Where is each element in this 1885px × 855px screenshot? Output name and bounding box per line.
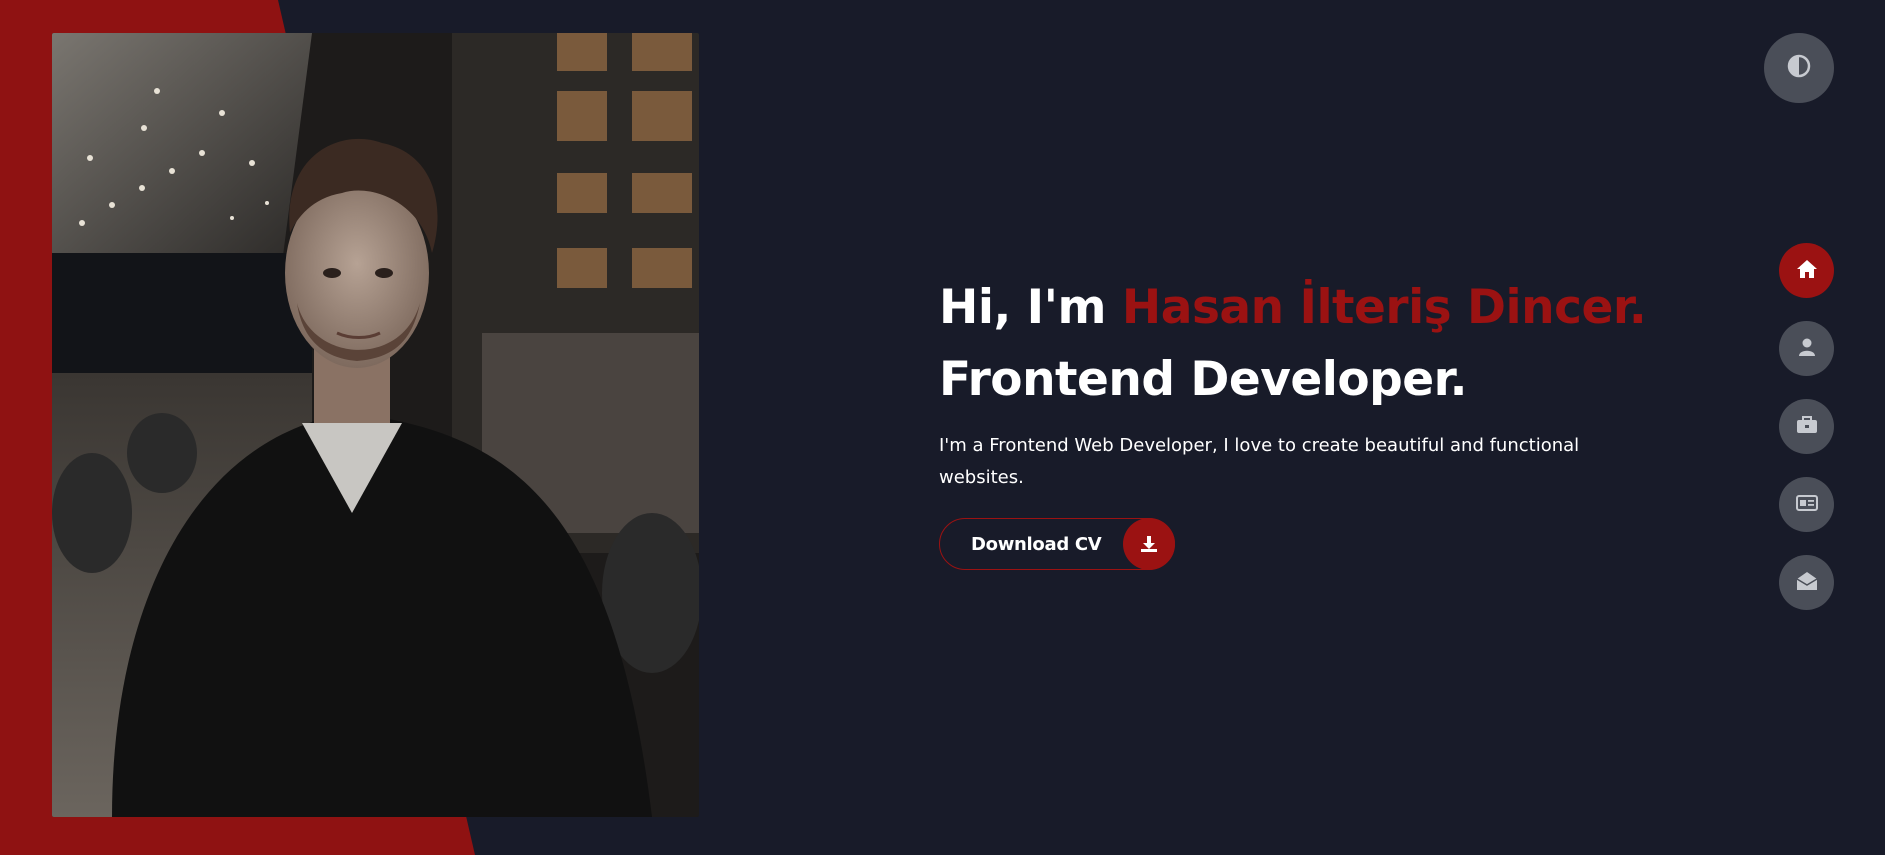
download-cv-button[interactable]: Download CV (939, 518, 1175, 570)
greeting-text: Hi, I'm (939, 280, 1122, 335)
home-icon (1796, 259, 1818, 283)
nav-about-button[interactable] (1779, 321, 1834, 376)
user-icon (1797, 337, 1817, 361)
nav-contact-button[interactable] (1779, 555, 1834, 610)
hero-headline: Hi, I'm Hasan İlteriş Dincer. (939, 272, 1647, 344)
contrast-icon (1787, 54, 1811, 82)
profile-photo (52, 33, 699, 817)
hero-role: Frontend Developer. (939, 352, 1468, 407)
theme-toggle-button[interactable] (1764, 33, 1834, 103)
id-card-icon (1795, 494, 1818, 516)
hero-name: Hasan İlteriş Dincer. (1121, 280, 1647, 335)
envelope-open-icon (1796, 571, 1818, 595)
nav-resume-button[interactable] (1779, 477, 1834, 532)
hero-intro: I'm a Frontend Web Developer, I love to … (939, 435, 1580, 488)
nav-home-button[interactable] (1779, 243, 1834, 298)
download-icon (1123, 518, 1175, 570)
hero-section: Hi, I'm Hasan İlteriş Dincer. Frontend D… (939, 272, 1647, 570)
download-cv-label: Download CV (971, 533, 1102, 555)
page: Hi, I'm Hasan İlteriş Dincer. Frontend D… (0, 0, 1885, 855)
nav-portfolio-button[interactable] (1779, 399, 1834, 454)
side-nav (1779, 243, 1834, 633)
briefcase-icon (1796, 415, 1818, 439)
